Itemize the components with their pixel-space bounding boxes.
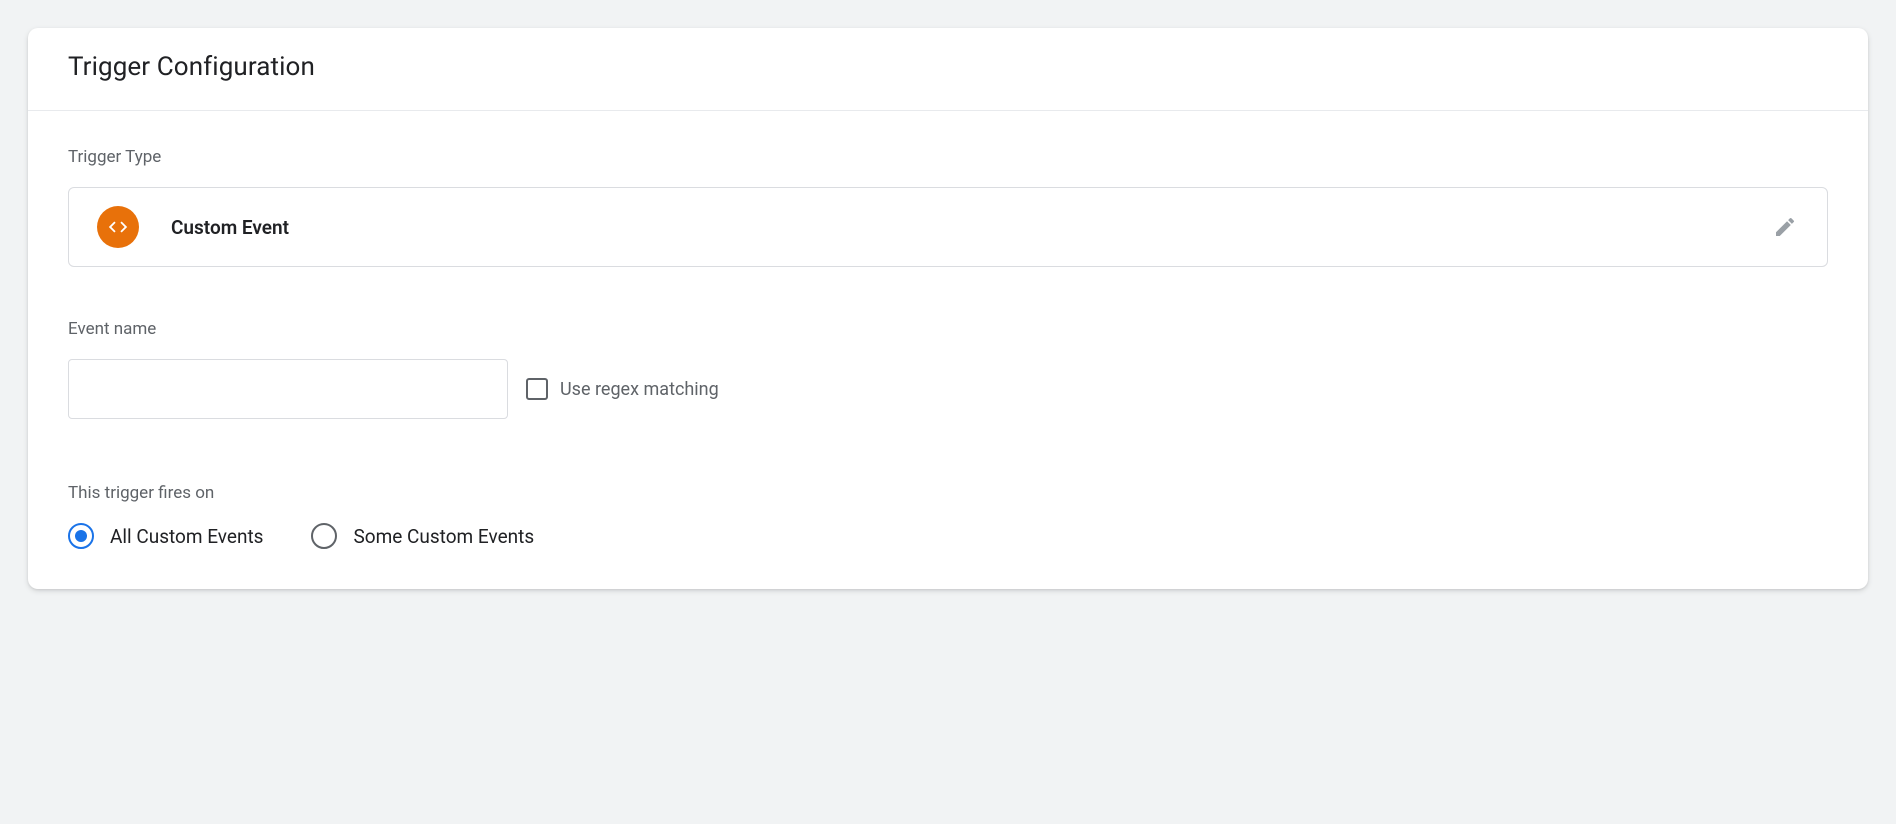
event-name-row: Use regex matching bbox=[68, 359, 1828, 419]
radio-all-custom-events[interactable]: All Custom Events bbox=[68, 523, 263, 549]
checkbox-icon bbox=[526, 378, 548, 400]
trigger-config-card: Trigger Configuration Trigger Type Custo… bbox=[28, 28, 1868, 589]
card-title: Trigger Configuration bbox=[68, 52, 1828, 82]
event-name-input[interactable] bbox=[68, 359, 508, 419]
regex-checkbox[interactable]: Use regex matching bbox=[526, 378, 719, 400]
trigger-type-label: Trigger Type bbox=[68, 147, 1828, 167]
card-header: Trigger Configuration bbox=[28, 28, 1868, 111]
radio-icon bbox=[311, 523, 337, 549]
radio-icon bbox=[68, 523, 94, 549]
code-icon bbox=[97, 206, 139, 248]
fires-on-radio-group: All Custom Events Some Custom Events bbox=[68, 523, 1828, 549]
radio-label: Some Custom Events bbox=[353, 525, 534, 548]
pencil-icon[interactable] bbox=[1771, 213, 1799, 241]
card-body: Trigger Type Custom Event Event name Use… bbox=[28, 111, 1868, 589]
event-name-label: Event name bbox=[68, 319, 1828, 339]
radio-some-custom-events[interactable]: Some Custom Events bbox=[311, 523, 534, 549]
trigger-type-selector[interactable]: Custom Event bbox=[68, 187, 1828, 267]
fires-on-label: This trigger fires on bbox=[68, 483, 1828, 503]
radio-label: All Custom Events bbox=[110, 525, 263, 548]
trigger-type-name: Custom Event bbox=[171, 216, 1771, 239]
regex-checkbox-label: Use regex matching bbox=[560, 379, 719, 400]
